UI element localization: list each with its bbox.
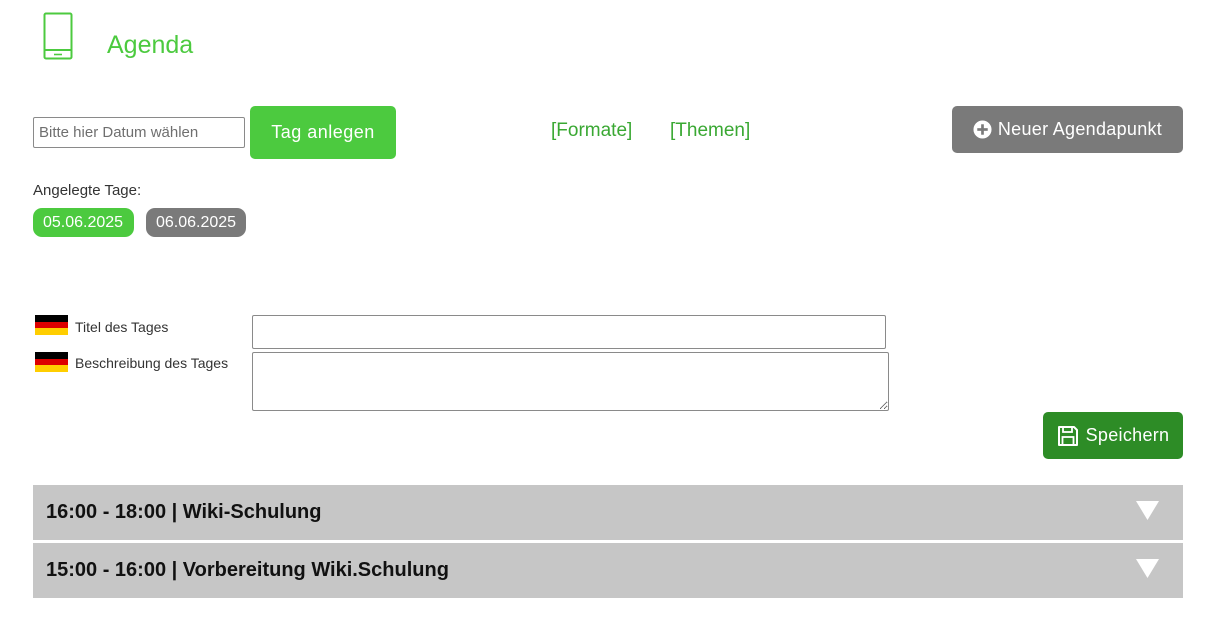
- days-label: Angelegte Tage:: [33, 182, 142, 199]
- new-agenda-item-button[interactable]: Neuer Agendapunkt: [952, 106, 1183, 153]
- agenda-page: Agenda Tag anlegen [Formate] [Themen] Ne…: [0, 0, 1205, 629]
- agenda-item-title: 16:00 - 18:00 | Wiki-Schulung: [46, 501, 322, 523]
- date-input[interactable]: [33, 117, 245, 148]
- save-button-label: Speichern: [1085, 425, 1170, 445]
- day-pill[interactable]: 06.06.2025: [146, 208, 246, 237]
- day-title-input[interactable]: [252, 315, 886, 349]
- agenda-item[interactable]: 15:00 - 16:00 | Vorbereitung Wiki.Schulu…: [33, 543, 1183, 598]
- formats-link[interactable]: [Formate]: [551, 120, 632, 142]
- day-title-label: Titel des Tages: [75, 319, 169, 335]
- floppy-disk-icon: [1057, 425, 1078, 446]
- create-day-button[interactable]: Tag anlegen: [250, 106, 396, 159]
- phone-icon: [43, 12, 73, 60]
- agenda-item-title: 15:00 - 16:00 | Vorbereitung Wiki.Schulu…: [46, 559, 449, 581]
- day-description-label: Beschreibung des Tages: [75, 355, 229, 371]
- day-description-textarea[interactable]: [252, 352, 889, 411]
- expand-arrow-icon[interactable]: [1136, 501, 1159, 520]
- expand-arrow-icon[interactable]: [1136, 559, 1159, 578]
- day-pill-active[interactable]: 05.06.2025: [33, 208, 134, 237]
- german-flag-icon: [35, 315, 68, 336]
- new-agenda-item-label: Neuer Agendapunkt: [997, 119, 1163, 139]
- plus-circle-icon: [973, 120, 992, 139]
- german-flag-icon: [35, 352, 68, 373]
- page-title: Agenda: [107, 31, 194, 59]
- agenda-item[interactable]: 16:00 - 18:00 | Wiki-Schulung: [33, 485, 1183, 540]
- themes-link[interactable]: [Themen]: [670, 120, 750, 142]
- save-button[interactable]: Speichern: [1043, 412, 1183, 459]
